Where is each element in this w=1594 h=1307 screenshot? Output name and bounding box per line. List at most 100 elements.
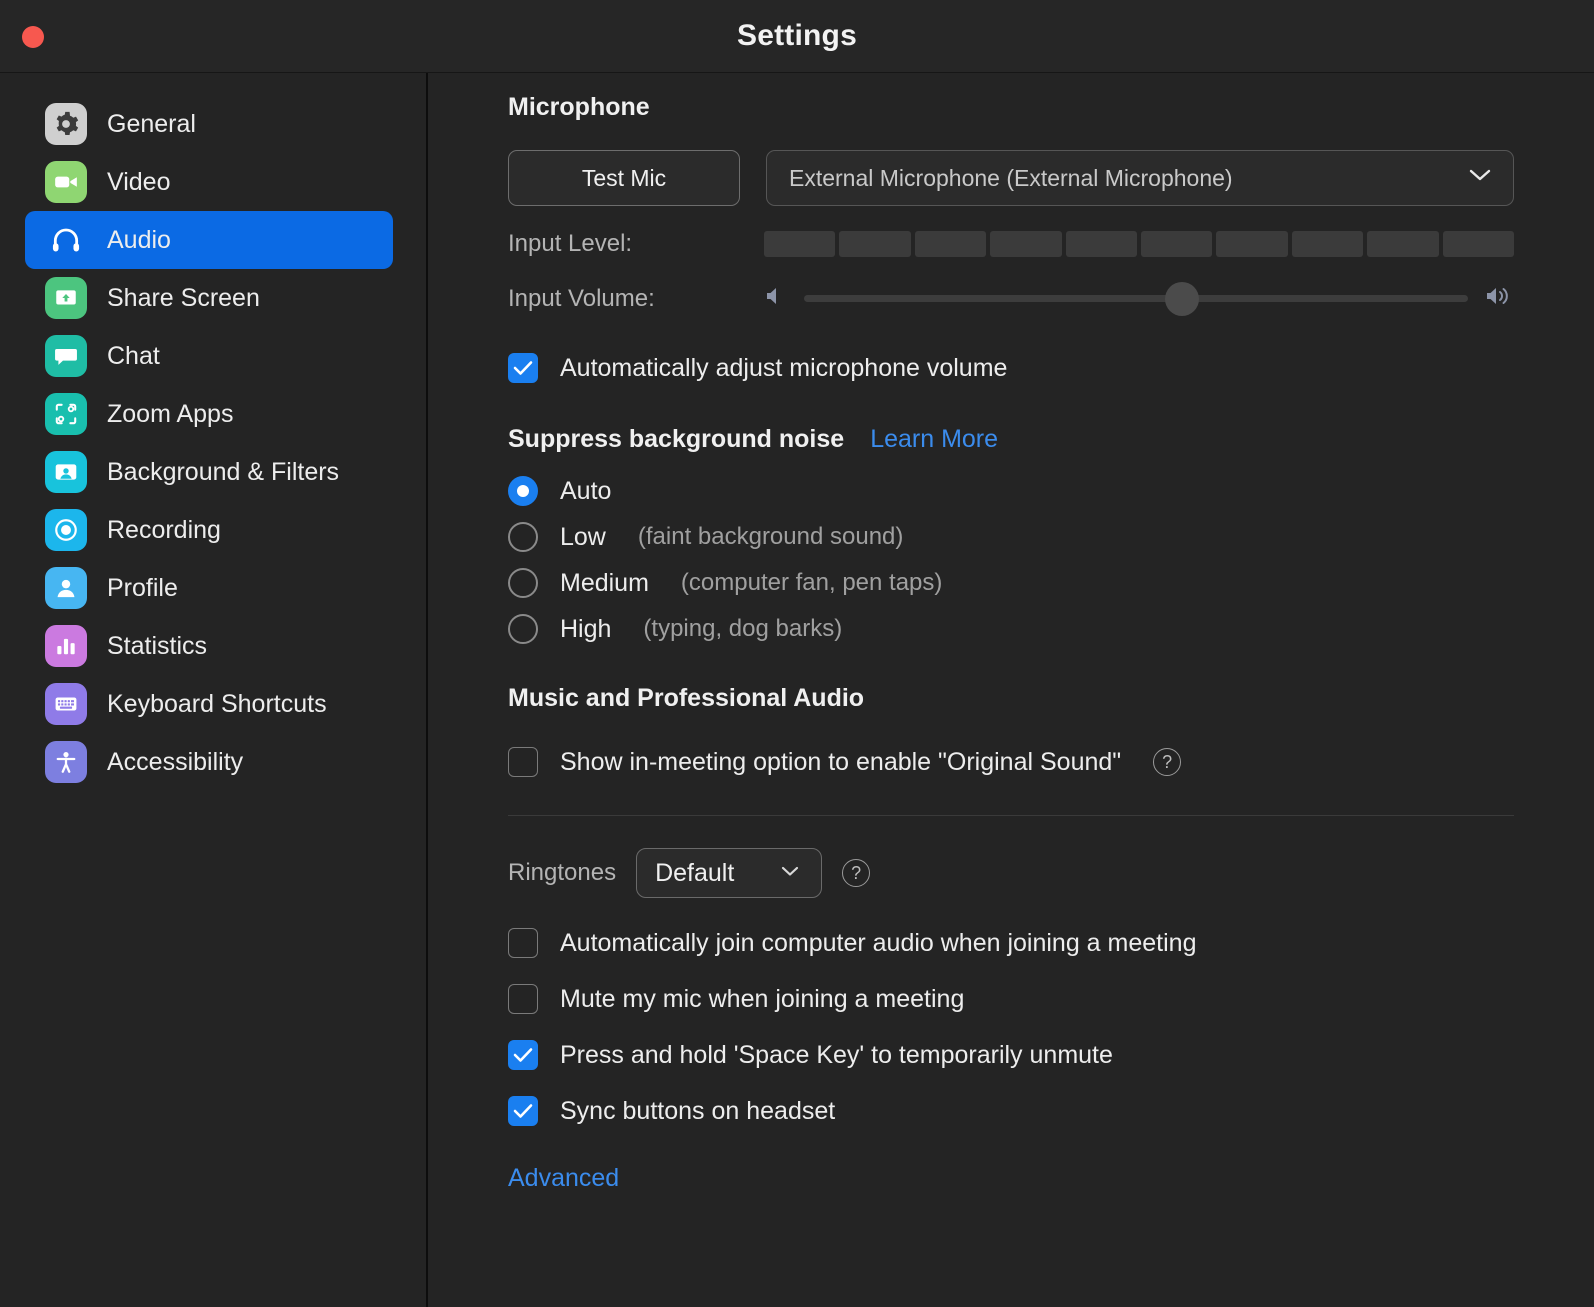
suppress-noise-option-label: High xyxy=(560,614,612,643)
ringtones-select[interactable]: Default xyxy=(636,848,823,898)
sidebar-item-label: Zoom Apps xyxy=(107,399,234,428)
microphone-device-select[interactable]: External Microphone (External Microphone… xyxy=(766,150,1514,206)
suppress-noise-heading-row: Suppress background noise Learn More xyxy=(508,425,1514,454)
meeting-option-label: Sync buttons on headset xyxy=(560,1096,836,1125)
microphone-device-row: Test Mic External Microphone (External M… xyxy=(508,150,1514,206)
microphone-heading: Microphone xyxy=(508,93,650,121)
meeting-option-row[interactable]: Automatically join computer audio when j… xyxy=(508,928,1514,958)
keyboard-icon xyxy=(45,683,87,725)
input-volume-label: Input Volume: xyxy=(508,284,655,312)
input-level-segment xyxy=(914,231,987,257)
background-filters-icon xyxy=(45,451,87,493)
suppress-noise-option-hint: (computer fan, pen taps) xyxy=(680,569,943,596)
ringtones-value: Default xyxy=(655,858,735,887)
sidebar-item-chat[interactable]: Chat xyxy=(25,327,393,385)
input-level-label: Input Level: xyxy=(508,230,633,257)
meeting-option-checkbox[interactable] xyxy=(508,1096,538,1126)
suppress-noise-option-label: Auto xyxy=(560,476,612,505)
suppress-noise-radio-high[interactable] xyxy=(508,614,538,644)
speaker-low-icon xyxy=(764,284,788,313)
ringtones-label: Ringtones xyxy=(508,859,617,886)
microphone-device-value: External Microphone (External Microphone… xyxy=(789,164,1233,191)
accessibility-icon xyxy=(45,741,87,783)
original-sound-help-icon[interactable]: ? xyxy=(1153,748,1182,776)
close-window-button[interactable] xyxy=(22,26,44,48)
suppress-noise-learn-more-link[interactable]: Learn More xyxy=(870,425,998,454)
recording-icon xyxy=(45,509,87,551)
meeting-option-label: Press and hold 'Space Key' to temporaril… xyxy=(560,1040,1113,1069)
sidebar-item-recording[interactable]: Recording xyxy=(25,501,393,559)
sidebar-item-profile[interactable]: Profile xyxy=(25,559,393,617)
sidebar-item-general[interactable]: General xyxy=(25,95,393,153)
settings-window: Settings General Video Audio Share Screen Ch… xyxy=(0,0,1594,1307)
test-mic-button[interactable]: Test Mic xyxy=(508,150,740,206)
meeting-option-checkbox[interactable] xyxy=(508,928,538,958)
suppress-noise-option-medium[interactable]: Medium (computer fan, pen taps) xyxy=(508,568,1514,598)
sidebar-item-video[interactable]: Video xyxy=(25,153,393,211)
input-level-meter xyxy=(764,231,1515,257)
meeting-audio-options-list: Automatically join computer audio when j… xyxy=(508,928,1514,1126)
sidebar-item-accessibility[interactable]: Accessibility xyxy=(25,733,393,791)
ringtones-help-icon[interactable]: ? xyxy=(842,859,871,887)
auto-adjust-mic-volume-checkbox[interactable] xyxy=(508,353,538,383)
sidebar-item-label: Background & Filters xyxy=(107,457,340,486)
meeting-option-checkbox[interactable] xyxy=(508,1040,538,1070)
input-level-segment xyxy=(1442,231,1515,257)
auto-adjust-mic-volume-checkbox-row[interactable]: Automatically adjust microphone volume xyxy=(508,353,1514,383)
meeting-option-label: Mute my mic when joining a meeting xyxy=(560,984,965,1013)
sidebar-item-label: General xyxy=(107,109,196,138)
input-level-segment xyxy=(839,231,911,257)
suppress-noise-option-hint: (typing, dog barks) xyxy=(643,615,843,642)
sidebar-item-label: Video xyxy=(107,167,171,196)
sidebar-item-label: Keyboard Shortcuts xyxy=(107,689,327,718)
sidebar-item-label: Recording xyxy=(107,515,221,544)
original-sound-checkbox[interactable] xyxy=(508,747,538,777)
input-level-segment xyxy=(764,231,836,257)
input-level-segment xyxy=(1216,231,1288,257)
suppress-noise-option-auto[interactable]: Auto xyxy=(508,476,1514,506)
sidebar-item-statistics[interactable]: Statistics xyxy=(25,617,393,675)
input-level-segment xyxy=(1291,231,1364,257)
suppress-noise-radio-medium[interactable] xyxy=(508,568,538,598)
sidebar-item-label: Share Screen xyxy=(107,283,260,312)
suppress-noise-option-high[interactable]: High (typing, dog barks) xyxy=(508,614,1514,644)
sidebar-item-label: Statistics xyxy=(107,631,208,660)
input-level-segment xyxy=(1141,231,1213,257)
section-divider xyxy=(508,815,1514,816)
input-level-segment xyxy=(990,231,1062,257)
sidebar-item-audio[interactable]: Audio xyxy=(25,211,393,269)
share-screen-icon xyxy=(45,277,87,319)
sidebar-item-label: Chat xyxy=(107,341,160,370)
advanced-link[interactable]: Advanced xyxy=(508,1164,1514,1193)
gear-icon xyxy=(45,103,87,145)
video-camera-icon xyxy=(45,161,87,203)
ringtones-row: Ringtones Default ? xyxy=(508,848,1514,898)
original-sound-checkbox-row[interactable]: Show in-meeting option to enable "Origin… xyxy=(508,747,1514,777)
window-body: General Video Audio Share Screen Chat Zoom Ap… xyxy=(0,73,1594,1307)
meeting-option-row[interactable]: Sync buttons on headset xyxy=(508,1096,1514,1126)
input-volume-slider[interactable] xyxy=(804,281,1468,316)
sidebar-item-zoom-apps[interactable]: Zoom Apps xyxy=(25,385,393,443)
input-volume-slider-thumb[interactable] xyxy=(1165,281,1200,316)
suppress-noise-radio-auto[interactable] xyxy=(508,476,538,506)
suppress-noise-radio-group: Auto Low (faint background sound) Medium (co… xyxy=(508,476,1514,644)
sidebar-item-background-filters[interactable]: Background & Filters xyxy=(25,443,393,501)
meeting-option-row[interactable]: Press and hold 'Space Key' to temporaril… xyxy=(508,1040,1514,1070)
suppress-noise-radio-low[interactable] xyxy=(508,522,538,552)
statistics-icon xyxy=(45,625,87,667)
sidebar-item-share-screen[interactable]: Share Screen xyxy=(25,269,393,327)
chevron-down-icon xyxy=(781,864,799,882)
input-level-segment xyxy=(1065,231,1138,257)
suppress-noise-option-label: Low xyxy=(560,522,606,551)
suppress-noise-option-low[interactable]: Low (faint background sound) xyxy=(508,522,1514,552)
meeting-option-row[interactable]: Mute my mic when joining a meeting xyxy=(508,984,1514,1014)
sidebar-item-label: Accessibility xyxy=(107,747,244,776)
suppress-noise-option-label: Medium xyxy=(560,568,649,597)
meeting-option-label: Automatically join computer audio when j… xyxy=(560,928,1197,957)
meeting-option-checkbox[interactable] xyxy=(508,984,538,1014)
chevron-down-icon xyxy=(1469,169,1491,187)
sidebar-item-keyboard-shortcuts[interactable]: Keyboard Shortcuts xyxy=(25,675,393,733)
sidebar-item-label: Profile xyxy=(107,573,178,602)
input-volume-row: Input Volume: xyxy=(508,281,1514,316)
title-bar: Settings xyxy=(0,0,1594,73)
